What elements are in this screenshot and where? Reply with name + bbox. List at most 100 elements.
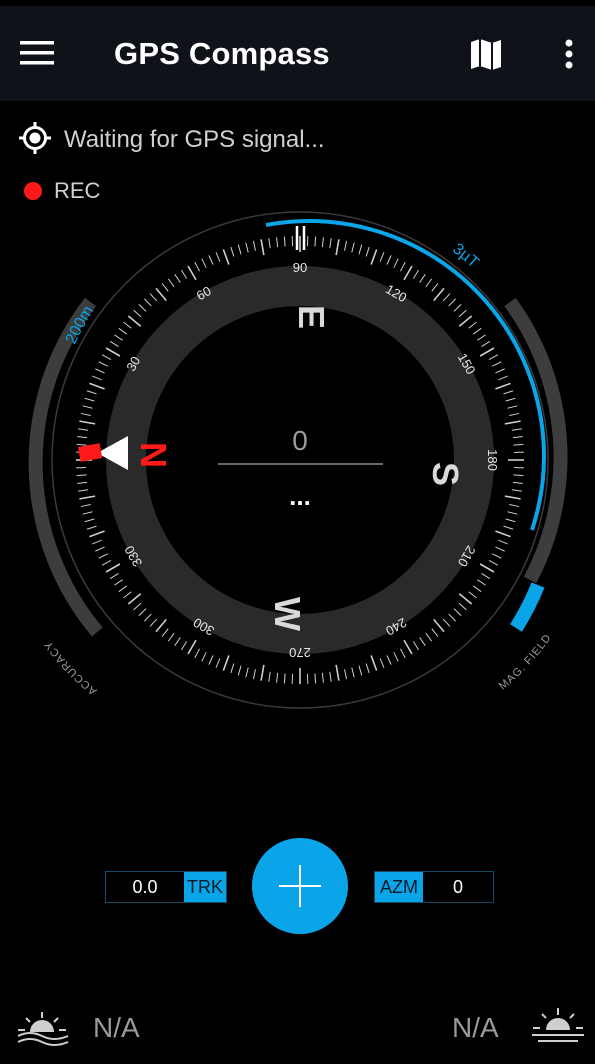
tick-mark bbox=[344, 669, 348, 680]
tick-mark bbox=[431, 628, 439, 637]
tick-mark bbox=[268, 238, 271, 249]
tick-mark bbox=[351, 242, 355, 253]
tick-mark bbox=[505, 397, 516, 402]
track-box: 0.0 TRK bbox=[105, 871, 227, 903]
tick-mark bbox=[393, 652, 399, 662]
tick-mark bbox=[89, 382, 105, 390]
tick-mark bbox=[276, 237, 279, 248]
tick-mark bbox=[101, 560, 112, 566]
gps-status: Waiting for GPS signal... bbox=[18, 121, 325, 158]
tick-mark bbox=[268, 671, 271, 682]
cardinal-west: W bbox=[267, 597, 308, 631]
tick-mark bbox=[433, 287, 445, 302]
tick-mark bbox=[442, 293, 451, 302]
tick-mark bbox=[495, 530, 511, 538]
tick-mark bbox=[237, 244, 242, 255]
tick-mark bbox=[133, 309, 142, 318]
more-vert-icon[interactable] bbox=[556, 34, 582, 74]
tick-mark bbox=[479, 347, 495, 357]
tick-mark bbox=[458, 602, 467, 611]
tick-mark bbox=[498, 539, 508, 545]
tick-mark bbox=[314, 236, 317, 247]
tick-mark bbox=[149, 293, 158, 302]
sunrise-icon bbox=[16, 1008, 72, 1048]
tick-mark bbox=[458, 315, 473, 327]
tick-mark bbox=[114, 579, 123, 586]
tick-mark bbox=[118, 585, 128, 593]
tick-mark bbox=[89, 530, 105, 538]
tick-mark bbox=[187, 639, 197, 655]
map-icon[interactable] bbox=[466, 34, 506, 74]
tick-mark bbox=[412, 641, 420, 651]
tick-mark bbox=[77, 436, 88, 439]
tick-mark bbox=[488, 560, 499, 566]
tick-mark bbox=[230, 246, 235, 257]
tick-mark bbox=[180, 641, 188, 651]
tick-mark bbox=[222, 249, 230, 265]
tick-mark bbox=[453, 608, 462, 616]
tick-mark bbox=[245, 667, 249, 678]
tick-mark bbox=[109, 340, 119, 348]
tick-mark bbox=[180, 269, 188, 279]
tick-mark bbox=[503, 390, 514, 395]
tick-mark bbox=[358, 665, 363, 676]
tick-mark bbox=[329, 238, 332, 249]
tick-mark bbox=[237, 665, 242, 676]
tick-mark bbox=[495, 382, 511, 390]
tick-mark bbox=[358, 244, 363, 255]
tick-mark bbox=[481, 340, 491, 348]
sunrise-value: N/A bbox=[93, 1012, 140, 1043]
cardinal-south: S bbox=[425, 462, 466, 486]
record-dot-icon bbox=[24, 182, 42, 200]
tick-mark bbox=[448, 298, 456, 307]
add-waypoint-button[interactable] bbox=[252, 838, 348, 934]
tick-mark bbox=[215, 658, 221, 668]
tick-mark bbox=[109, 572, 119, 580]
tick-mark bbox=[492, 553, 502, 559]
tick-mark bbox=[149, 618, 158, 627]
tick-mark bbox=[472, 327, 482, 335]
tick-mark bbox=[127, 315, 142, 327]
secondary-readout: ... bbox=[289, 481, 311, 511]
tick-mark bbox=[78, 489, 89, 492]
tick-mark bbox=[425, 278, 433, 288]
tick-mark bbox=[144, 298, 152, 307]
tick-mark bbox=[314, 673, 317, 684]
tick-mark bbox=[321, 672, 324, 683]
tick-mark bbox=[138, 608, 147, 616]
track-label: TRK bbox=[184, 872, 226, 902]
tick-mark bbox=[403, 639, 413, 655]
tick-mark bbox=[167, 278, 175, 288]
tick-mark bbox=[335, 664, 340, 681]
mag-field-label: MAG. FIELD bbox=[497, 632, 554, 693]
tick-mark bbox=[419, 274, 426, 283]
tick-mark bbox=[335, 239, 340, 256]
cardinal-east: E bbox=[291, 305, 332, 329]
tick-mark bbox=[82, 511, 93, 515]
tick-mark bbox=[78, 428, 89, 431]
tick-mark bbox=[80, 412, 91, 416]
plus-icon bbox=[279, 865, 321, 907]
tick-mark bbox=[477, 334, 486, 341]
mag-field-value: 3µT bbox=[449, 240, 482, 271]
cardinal-north: N bbox=[133, 442, 174, 468]
tick-mark bbox=[76, 443, 87, 446]
bottom-controls: 0.0 TRK AZM 0 bbox=[0, 836, 595, 946]
tick-mark bbox=[114, 334, 123, 341]
tick-mark bbox=[155, 618, 167, 633]
hamburger-menu-icon[interactable] bbox=[18, 36, 58, 72]
tick-mark bbox=[201, 652, 207, 662]
tick-mark bbox=[344, 240, 348, 251]
tick-mark bbox=[208, 255, 214, 265]
tick-mark bbox=[252, 240, 256, 251]
tick-mark bbox=[433, 618, 445, 633]
tick-mark bbox=[379, 252, 385, 262]
tick-mark bbox=[86, 525, 97, 530]
tick-mark bbox=[92, 375, 102, 381]
tick-mark bbox=[245, 242, 249, 253]
gps-status-text: Waiting for GPS signal... bbox=[64, 126, 325, 153]
tick-mark bbox=[481, 572, 491, 580]
azimuth-label: AZM bbox=[375, 872, 423, 902]
tick-mark bbox=[84, 397, 95, 402]
tick-mark bbox=[144, 613, 152, 622]
